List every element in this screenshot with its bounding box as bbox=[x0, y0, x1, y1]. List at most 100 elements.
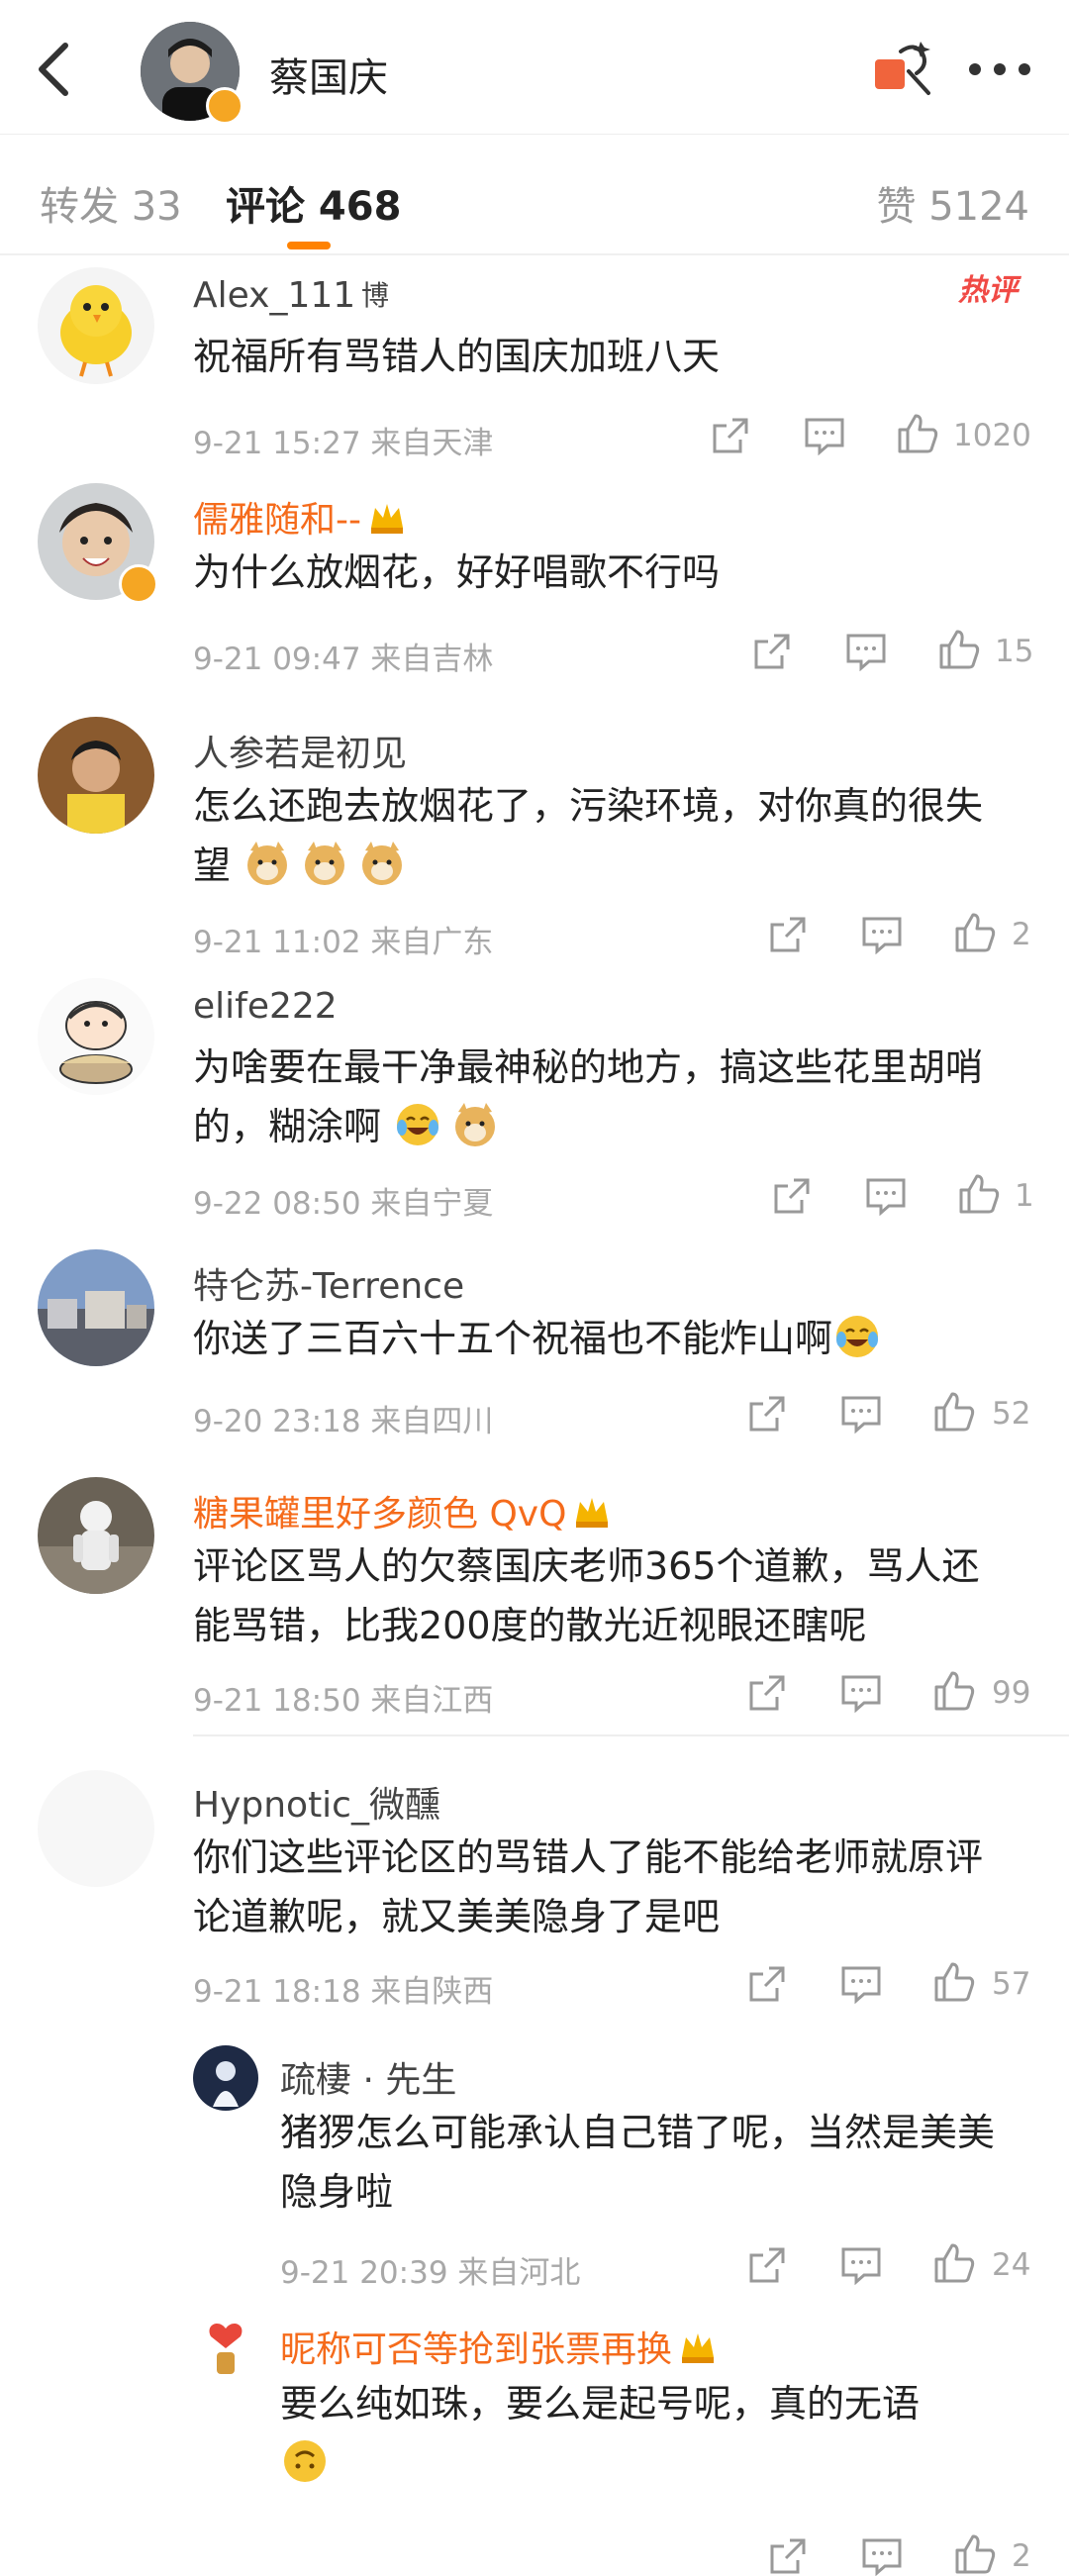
commenter-name[interactable]: 糖果罐里好多颜色 QvQ bbox=[193, 1485, 612, 1536]
comment-location: 来自陕西 bbox=[370, 1974, 494, 2010]
replier-name[interactable]: 昵称可否等抢到张票再换 bbox=[280, 2321, 718, 2372]
replier-avatar[interactable] bbox=[193, 2317, 258, 2382]
like-icon[interactable] bbox=[932, 1390, 976, 1434]
blog-badge-icon: 博 bbox=[361, 279, 389, 309]
commenter-name-text: 儒雅随和-- bbox=[193, 500, 361, 541]
commenter-name-text: Alex_111 bbox=[193, 275, 356, 316]
tab-comment[interactable]: 评论 468 bbox=[226, 174, 401, 232]
commenter-name[interactable]: Alex_111 博 bbox=[193, 275, 389, 316]
comment-text: 祝福所有骂错人的国庆加班八天 bbox=[193, 335, 721, 378]
reply-icon[interactable] bbox=[845, 632, 887, 671]
reply-icon[interactable] bbox=[840, 2245, 882, 2285]
commenter-avatar[interactable] bbox=[38, 717, 154, 834]
like-icon[interactable] bbox=[896, 412, 939, 455]
doge-emoji-icon bbox=[455, 1103, 496, 1146]
doge-emoji-icon bbox=[305, 842, 345, 885]
share-icon[interactable] bbox=[747, 1964, 787, 2004]
commenter-avatar[interactable] bbox=[38, 1477, 154, 1594]
comment-text: 评论区骂人的欠蔡国庆老师365个道歉，骂人还能骂错，比我200度的散光近视眼还瞎… bbox=[193, 1544, 980, 1647]
doge-emoji-icon bbox=[247, 842, 288, 885]
share-icon[interactable] bbox=[747, 2245, 787, 2285]
hot-comment-badge: 热评 bbox=[958, 273, 1018, 308]
svg-text:博: 博 bbox=[361, 279, 389, 309]
more-options-icon[interactable] bbox=[965, 50, 1034, 89]
tab-like[interactable]: 赞 5124 bbox=[876, 174, 1029, 232]
commenter-avatar[interactable] bbox=[38, 1770, 154, 1887]
verified-badge-icon bbox=[206, 87, 243, 125]
comment-time: 9-21 18:18 bbox=[193, 1974, 361, 2010]
replier-name-text: 昵称可否等抢到张票再换 bbox=[280, 2329, 673, 2370]
comment-time: 9-20 23:18 bbox=[193, 1404, 361, 1439]
comment-meta: 9-21 09:47 来自吉林 bbox=[193, 634, 493, 678]
laugh-cry-emoji-icon bbox=[836, 1316, 879, 1357]
commenter-avatar[interactable] bbox=[38, 1249, 154, 1366]
comment-time: 9-21 18:50 bbox=[193, 1683, 361, 1719]
like-count: 57 bbox=[992, 1966, 1031, 2002]
commenter-name[interactable]: Hypnotic_微醺 bbox=[193, 1776, 440, 1828]
like-icon[interactable] bbox=[932, 1960, 976, 2004]
gift-icon[interactable] bbox=[871, 38, 932, 99]
comment-text: 为什么放烟花，好好唱歌不行吗 bbox=[193, 550, 721, 594]
replier-avatar[interactable] bbox=[193, 2045, 258, 2111]
reply-icon[interactable] bbox=[804, 416, 845, 455]
commenter-name[interactable]: 人参若是初见 bbox=[193, 725, 407, 776]
like-count: 24 bbox=[992, 2247, 1031, 2283]
reply-icon[interactable] bbox=[840, 1394, 882, 1434]
share-icon[interactable] bbox=[772, 1176, 812, 1216]
reply-text: 猪猡怎么可能承认自己错了呢，当然是美美隐身啦 bbox=[280, 2111, 996, 2214]
commenter-name[interactable]: elife222 bbox=[193, 986, 338, 1027]
reply-icon[interactable] bbox=[865, 1176, 907, 1216]
vip-crown-icon bbox=[682, 2333, 715, 2363]
comment-meta: 9-21 11:02 来自广东 bbox=[193, 917, 493, 961]
comment-meta: 9-21 18:50 来自江西 bbox=[193, 1675, 493, 1720]
like-count: 2 bbox=[1012, 917, 1031, 952]
top-bar: 蔡国庆 bbox=[0, 0, 1069, 135]
comment-time: 9-21 11:02 bbox=[193, 925, 361, 960]
like-icon[interactable] bbox=[932, 1669, 976, 1713]
tab-repost[interactable]: 转发 33 bbox=[40, 174, 182, 232]
back-arrow-icon[interactable] bbox=[30, 40, 79, 99]
share-icon[interactable] bbox=[768, 2536, 808, 2576]
like-icon[interactable] bbox=[932, 2241, 976, 2285]
commenter-avatar[interactable] bbox=[38, 267, 154, 384]
share-icon[interactable] bbox=[747, 1673, 787, 1713]
reply-icon[interactable] bbox=[840, 1964, 882, 2004]
replier-name[interactable]: 疏棲 · 先生 bbox=[280, 2051, 456, 2103]
share-icon[interactable] bbox=[711, 416, 750, 455]
commenter-name[interactable]: 儒雅随和-- bbox=[193, 491, 407, 543]
reply-text-body: 要么纯如珠，要么是起号呢，真的无语 bbox=[280, 2382, 921, 2426]
like-icon[interactable] bbox=[953, 911, 997, 954]
comment-location: 来自江西 bbox=[370, 1683, 494, 1719]
comment-text: 你送了三百六十五个祝福也不能炸山啊 bbox=[193, 1309, 1015, 1368]
comment-meta: 9-21 15:27 来自天津 bbox=[193, 418, 493, 462]
comment-location: 来自宁夏 bbox=[370, 1186, 494, 1222]
comment-location: 来自广东 bbox=[370, 925, 494, 960]
reply-icon[interactable] bbox=[861, 915, 903, 954]
verified-badge-icon bbox=[119, 564, 158, 604]
like-count: 15 bbox=[995, 634, 1034, 669]
like-count: 52 bbox=[992, 1396, 1031, 1432]
share-icon[interactable] bbox=[752, 632, 792, 671]
share-icon[interactable] bbox=[747, 1394, 787, 1434]
vip-crown-icon bbox=[576, 1498, 609, 1528]
comment-time: 9-21 09:47 bbox=[193, 642, 361, 677]
laugh-cry-emoji-icon bbox=[397, 1104, 439, 1145]
reply-icon[interactable] bbox=[861, 2536, 903, 2576]
comment-meta: 9-22 08:50 来自宁夏 bbox=[193, 1178, 493, 1223]
commenter-avatar[interactable] bbox=[38, 978, 154, 1095]
author-name[interactable]: 蔡国庆 bbox=[269, 46, 388, 103]
like-count: 1 bbox=[1015, 1178, 1034, 1214]
share-icon[interactable] bbox=[768, 915, 808, 954]
like-icon[interactable] bbox=[953, 2532, 997, 2576]
active-tab-indicator bbox=[287, 242, 331, 249]
comment-text: 为啥要在最干净最神秘的地方，搞这些花里胡哨的，糊涂啊 bbox=[193, 1038, 1015, 1156]
commenter-name-text: 糖果罐里好多颜色 QvQ bbox=[193, 1494, 567, 1535]
reply-location: 来自河北 bbox=[457, 2255, 581, 2291]
tab-bar: 转发 33 评论 468 赞 5124 bbox=[0, 135, 1069, 255]
comment-meta: 9-20 23:18 来自四川 bbox=[193, 1396, 493, 1440]
like-icon[interactable] bbox=[937, 628, 981, 671]
commenter-name[interactable]: 特仑苏-Terrence bbox=[193, 1257, 464, 1309]
comment-text-body: 你送了三百六十五个祝福也不能炸山啊 bbox=[193, 1317, 833, 1360]
reply-icon[interactable] bbox=[840, 1673, 882, 1713]
like-icon[interactable] bbox=[957, 1172, 1001, 1216]
